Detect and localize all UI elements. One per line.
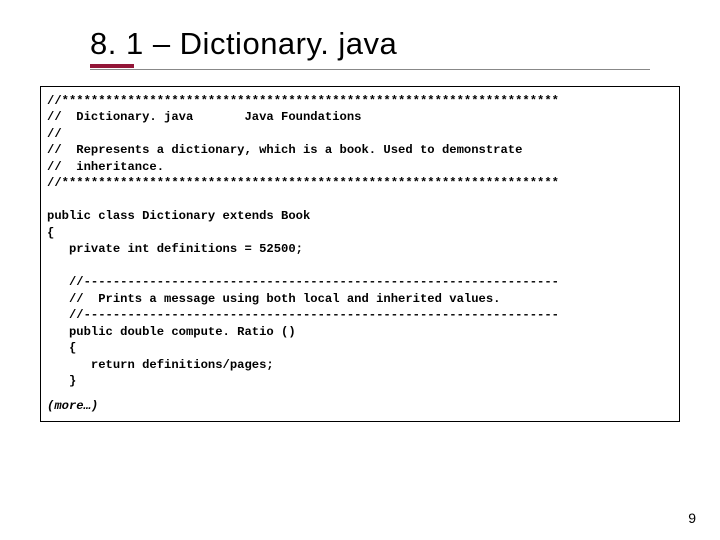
more-indicator: (more…) [47,399,673,413]
code-line: // inheritance. [47,160,164,174]
slide: 8. 1 – Dictionary. java //**************… [0,0,720,540]
page-number: 9 [688,510,696,526]
code-line: // Represents a dictionary, which is a b… [47,143,522,157]
title-accent-bar [90,64,134,68]
code-line: public class Dictionary extends Book [47,209,310,223]
title-block: 8. 1 – Dictionary. java [90,26,650,62]
code-listing: //**************************************… [47,93,673,389]
code-line: // [47,127,62,141]
code-line: // Dictionary. java Java Foundations [47,110,362,124]
code-box: //**************************************… [40,86,680,422]
code-line: } [47,374,76,388]
code-line: return definitions/pages; [47,358,274,372]
code-line: //--------------------------------------… [47,275,559,289]
code-line: private int definitions = 52500; [47,242,303,256]
code-line: //**************************************… [47,94,559,108]
code-line: //**************************************… [47,176,559,190]
title-underline [90,69,650,70]
slide-title: 8. 1 – Dictionary. java [90,26,650,62]
code-line: //--------------------------------------… [47,308,559,322]
code-line: public double compute. Ratio () [47,325,296,339]
code-line: // Prints a message using both local and… [47,292,500,306]
code-line: { [47,341,76,355]
code-line: { [47,226,54,240]
